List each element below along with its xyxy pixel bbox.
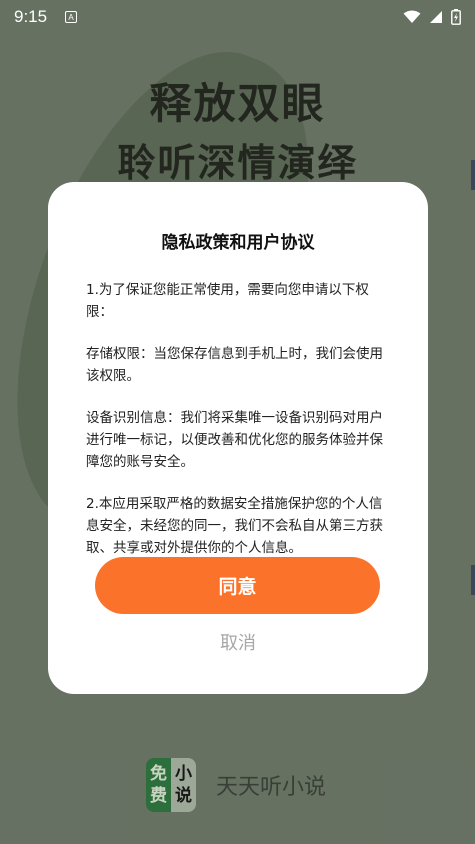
dialog-paragraph-permissions: 1.为了保证您能正常使用，需要向您申请以下权限： [86, 282, 369, 320]
status-bar: 9:15 A [0, 0, 475, 34]
status-icons [403, 9, 461, 25]
dialog-title: 隐私政策和用户协议 [161, 233, 315, 253]
notification-icon: A [65, 11, 78, 23]
cancel-button[interactable]: 取消 [188, 626, 288, 658]
dialog-paragraph-device-id: 设备识别信息：我们将采集唯一设备识别码对用户进行唯一标记，以便改善和优化您的服务… [86, 410, 383, 470]
dialog-paragraph-security: 2.本应用采取严格的数据安全措施保护您的个人信息安全，未经您的同一，我们不会私自… [86, 496, 383, 556]
battery-charging-icon [451, 9, 461, 25]
signal-icon [430, 11, 442, 23]
status-time: 9:15 [14, 7, 48, 26]
dialog-paragraph-storage: 存储权限：当您保存信息到手机上时，我们会使用该权限。 [86, 346, 383, 384]
agree-button[interactable]: 同意 [95, 557, 380, 614]
wifi-icon [403, 10, 421, 23]
privacy-dialog: 隐私政策和用户协议 1.为了保证您能正常使用，需要向您申请以下权限： 存储权限：… [48, 182, 428, 694]
